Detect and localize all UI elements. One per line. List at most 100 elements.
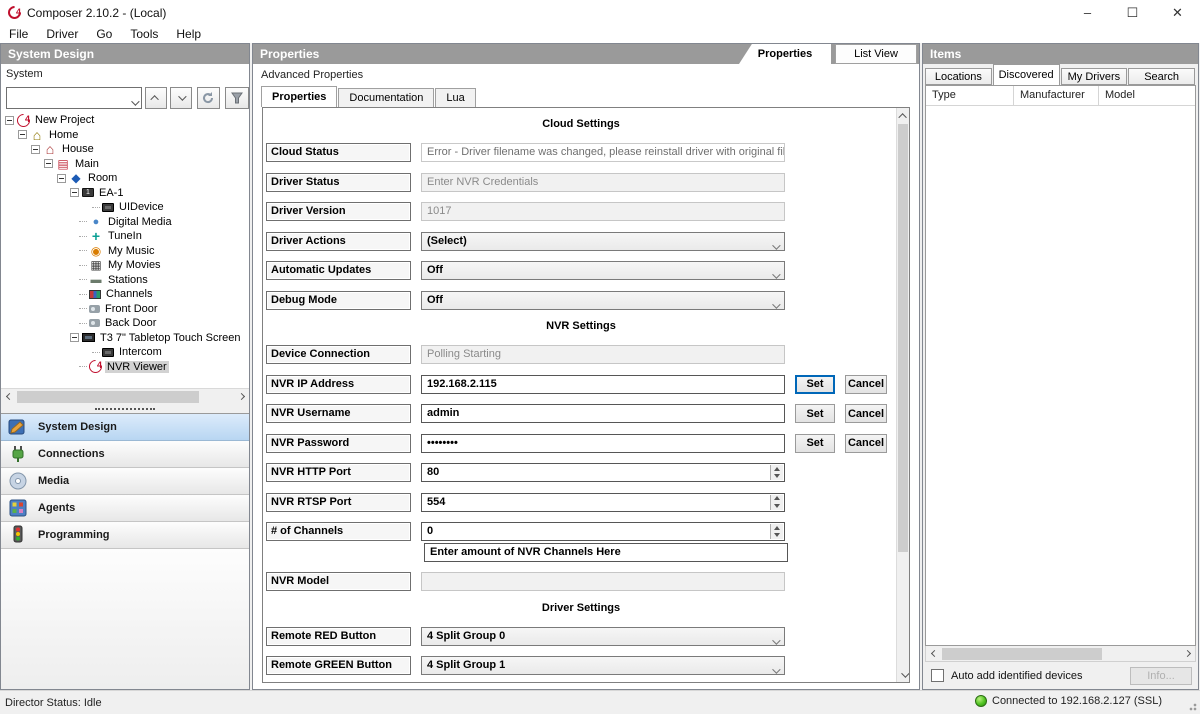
cancel-button[interactable]: Cancel (845, 375, 887, 394)
tree-item-house[interactable]: House (1, 142, 249, 157)
tree-item-home[interactable]: Home (1, 128, 249, 143)
spin-up-icon[interactable] (771, 465, 783, 473)
set-button[interactable]: Set (795, 375, 835, 394)
nav-system-design[interactable]: System Design (1, 414, 249, 441)
items-horizontal-scrollbar[interactable] (925, 646, 1196, 662)
tree-item-channels[interactable]: Channels (1, 287, 249, 302)
set-button[interactable]: Set (795, 434, 835, 453)
rtsp-port-stepper[interactable]: 554 (421, 493, 785, 512)
collapse-icon[interactable] (18, 130, 27, 139)
info-button[interactable]: Info... (1130, 667, 1192, 685)
auto-add-checkbox[interactable] (931, 669, 944, 682)
tree-item-back-door[interactable]: Back Door (1, 316, 249, 331)
scroll-left-icon[interactable] (926, 646, 942, 662)
debug-mode-dropdown[interactable]: Off (421, 291, 785, 310)
tree-item-my-movies[interactable]: My Movies (1, 258, 249, 273)
tree-item-front-door[interactable]: Front Door (1, 302, 249, 317)
collapse-icon[interactable] (70, 188, 79, 197)
properties-vertical-scrollbar[interactable] (896, 108, 909, 682)
collapse-icon[interactable] (5, 116, 14, 125)
scroll-up-icon[interactable] (897, 108, 910, 123)
spin-down-icon[interactable] (771, 532, 783, 540)
find-previous-button[interactable] (145, 87, 167, 109)
scroll-right-icon[interactable] (1179, 646, 1195, 662)
nvr-ip-input[interactable]: 192.168.2.115 (421, 375, 785, 394)
spinner-buttons[interactable] (770, 465, 783, 480)
nav-connections[interactable]: Connections (1, 441, 249, 468)
tab-properties-view[interactable]: Properties (739, 44, 831, 64)
filter-button[interactable] (225, 87, 249, 109)
menu-help[interactable]: Help (167, 27, 210, 41)
tree-item-nvr-viewer[interactable]: NVR Viewer (1, 360, 249, 375)
tree-item-tunein[interactable]: TuneIn (1, 229, 249, 244)
collapse-icon[interactable] (31, 145, 40, 154)
spin-down-icon[interactable] (771, 473, 783, 481)
spinner-buttons[interactable] (770, 524, 783, 539)
tab-locations[interactable]: Locations (925, 68, 992, 85)
nav-label: System Design (38, 421, 117, 433)
scroll-right-icon[interactable] (233, 389, 249, 405)
tab-discovered[interactable]: Discovered (993, 64, 1060, 85)
tree-horizontal-scrollbar[interactable] (1, 388, 249, 404)
spin-up-icon[interactable] (771, 495, 783, 503)
resize-grip-icon[interactable] (1187, 701, 1197, 711)
maximize-button[interactable]: ☐ (1110, 0, 1155, 25)
tree-item-stations[interactable]: Stations (1, 273, 249, 288)
driver-actions-dropdown[interactable]: (Select) (421, 232, 785, 251)
set-button[interactable]: Set (795, 404, 835, 423)
remote-green-dropdown[interactable]: 4 Split Group 1 (421, 656, 785, 675)
tab-properties[interactable]: Properties (261, 86, 337, 107)
http-port-stepper[interactable]: 80 (421, 463, 785, 482)
panel-splitter[interactable] (1, 404, 249, 413)
column-model[interactable]: Model (1099, 86, 1195, 105)
cancel-button[interactable]: Cancel (845, 434, 887, 453)
minimize-button[interactable]: – (1065, 0, 1110, 25)
refresh-button[interactable] (197, 87, 221, 109)
spinner-buttons[interactable] (770, 495, 783, 510)
combobox-chevron-icon[interactable] (131, 97, 137, 109)
nvr-username-input[interactable]: admin (421, 404, 785, 423)
tree-item-uidevice[interactable]: UIDevice (1, 200, 249, 215)
agents-grid-icon (7, 498, 29, 518)
column-type[interactable]: Type (926, 86, 1014, 105)
find-next-button[interactable] (170, 87, 192, 109)
tree-item-ea1[interactable]: EA-1 (1, 186, 249, 201)
menu-tools[interactable]: Tools (121, 27, 167, 41)
tree-filter-combobox[interactable] (6, 87, 142, 109)
tab-lua[interactable]: Lua (435, 88, 475, 107)
cancel-button[interactable]: Cancel (845, 404, 887, 423)
collapse-icon[interactable] (57, 174, 66, 183)
spin-down-icon[interactable] (771, 502, 783, 510)
scrollbar-thumb[interactable] (942, 648, 1102, 660)
scrollbar-thumb[interactable] (17, 391, 199, 403)
channels-stepper[interactable]: 0 (421, 522, 785, 541)
tree-item-digital-media[interactable]: Digital Media (1, 215, 249, 230)
nvr-password-input[interactable]: •••••••• (421, 434, 785, 453)
column-manufacturer[interactable]: Manufacturer (1014, 86, 1099, 105)
scroll-left-icon[interactable] (1, 389, 17, 405)
tree-item-room[interactable]: Room (1, 171, 249, 186)
automatic-updates-dropdown[interactable]: Off (421, 261, 785, 280)
collapse-icon[interactable] (44, 159, 53, 168)
nav-programming[interactable]: Programming (1, 522, 249, 549)
tab-my-drivers[interactable]: My Drivers (1061, 68, 1128, 85)
scroll-down-icon[interactable] (897, 667, 910, 682)
menu-file[interactable]: File (0, 27, 37, 41)
tab-list-view[interactable]: List View (835, 44, 917, 64)
tree-item-my-music[interactable]: My Music (1, 244, 249, 259)
tree-item-touchscreen[interactable]: T3 7" Tabletop Touch Screen (1, 331, 249, 346)
menu-go[interactable]: Go (87, 27, 121, 41)
nav-agents[interactable]: Agents (1, 495, 249, 522)
nav-media[interactable]: Media (1, 468, 249, 495)
spin-up-icon[interactable] (771, 524, 783, 532)
close-button[interactable]: ✕ (1155, 0, 1200, 25)
tab-documentation[interactable]: Documentation (338, 88, 434, 107)
collapse-icon[interactable] (70, 333, 79, 342)
menu-driver[interactable]: Driver (37, 27, 87, 41)
tab-search[interactable]: Search (1128, 68, 1195, 85)
tree-item-new-project[interactable]: New Project (1, 113, 249, 128)
scrollbar-thumb[interactable] (898, 124, 908, 552)
tree-item-intercom[interactable]: Intercom (1, 345, 249, 360)
remote-red-dropdown[interactable]: 4 Split Group 0 (421, 627, 785, 646)
tree-item-main[interactable]: Main (1, 157, 249, 172)
